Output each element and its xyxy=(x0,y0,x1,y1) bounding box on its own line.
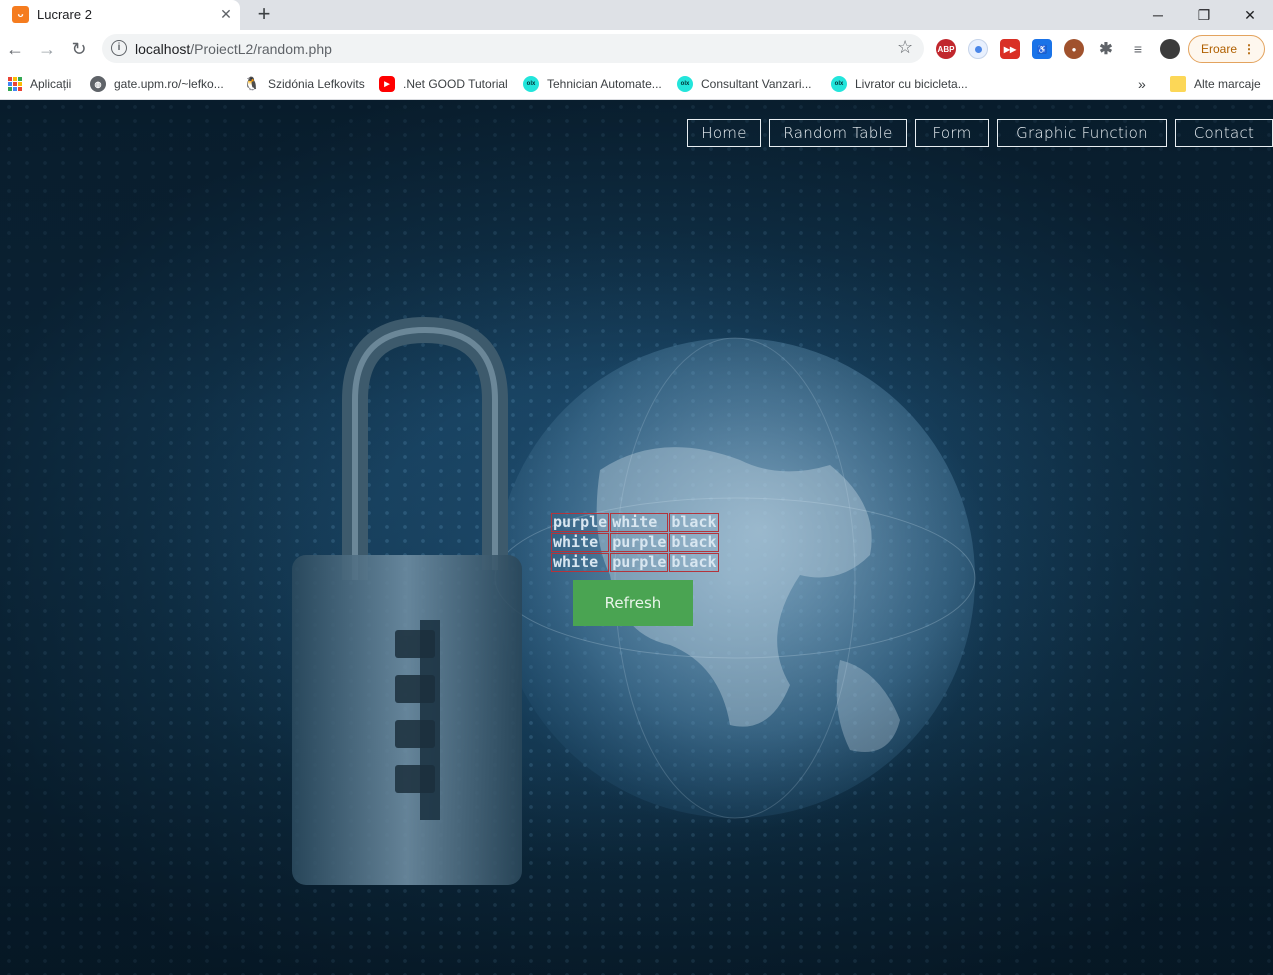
bookmark-label: .Net GOOD Tutorial xyxy=(403,77,508,91)
browser-tab[interactable]: ᴗ Lucrare 2 ✕ xyxy=(0,0,240,30)
random-color-table: purple white black white purple black wh… xyxy=(550,512,720,573)
table-row: white purple black xyxy=(551,553,719,572)
table-cell: purple xyxy=(551,513,610,532)
apps-grid-icon xyxy=(8,77,22,91)
bookmark-star-icon[interactable]: ☆ xyxy=(897,37,913,58)
table-cell: black xyxy=(669,533,719,552)
bookmark-livrator[interactable]: olx Livrator cu bicicleta... xyxy=(831,74,968,94)
linux-tux-icon: 🐧 xyxy=(243,76,261,92)
bookmark-other[interactable]: Alte marcaje xyxy=(1170,74,1261,94)
fast-forward-extension-icon[interactable]: ▶▶ xyxy=(1000,39,1020,59)
table-cell: black xyxy=(669,513,719,532)
table-cell: purple xyxy=(610,553,669,572)
bookmark-tehnician[interactable]: olx Tehnician Automate... xyxy=(523,74,662,94)
table-cell: white xyxy=(551,553,610,572)
url-path: /ProiectL2/random.php xyxy=(190,41,332,57)
refresh-button[interactable]: Refresh xyxy=(573,580,693,626)
adblock-plus-icon[interactable]: ABP xyxy=(936,39,956,59)
error-button[interactable]: Eroare ⋮ xyxy=(1188,35,1265,63)
restore-button[interactable]: ❐ xyxy=(1181,0,1227,30)
minimize-button[interactable]: ─ xyxy=(1135,0,1181,30)
profile-avatar[interactable] xyxy=(1160,39,1180,59)
new-tab-button[interactable]: + xyxy=(254,3,274,25)
nav-form[interactable]: Form xyxy=(915,119,989,147)
extension-dot-icon[interactable] xyxy=(968,39,988,59)
youtube-icon: ▶ xyxy=(379,76,395,92)
close-tab-icon[interactable]: ✕ xyxy=(217,5,235,23)
bookmarks-bar: Aplicații ◍ gate.upm.ro/~lefko... 🐧 Szid… xyxy=(0,68,1273,100)
page-background: Home Random Table Form Graphic Function … xyxy=(0,100,1273,975)
site-info-icon[interactable]: i xyxy=(111,40,127,56)
bookmark-label: Consultant Vanzari... xyxy=(701,77,812,91)
nav-random-table[interactable]: Random Table xyxy=(769,119,907,147)
tab-strip: ᴗ Lucrare 2 ✕ + ─ ❐ ✕ xyxy=(0,0,1273,30)
bookmark-consultant[interactable]: olx Consultant Vanzari... xyxy=(677,74,812,94)
more-bookmarks-chevron-icon[interactable]: » xyxy=(1138,74,1146,94)
bookmark-label: Szidónia Lefkovits xyxy=(268,77,365,91)
menu-kebab-icon: ⋮ xyxy=(1243,42,1255,56)
close-window-button[interactable]: ✕ xyxy=(1227,0,1273,30)
bookmark-apps[interactable]: Aplicații xyxy=(8,74,71,94)
bookmark-szidonia[interactable]: 🐧 Szidónia Lefkovits xyxy=(244,74,365,94)
globe-icon: ◍ xyxy=(90,76,106,92)
table-row: white purple black xyxy=(551,533,719,552)
extensions-puzzle-icon[interactable]: ✱ xyxy=(1096,39,1116,59)
olx-icon: olx xyxy=(677,76,693,92)
forward-icon[interactable]: → xyxy=(35,38,59,60)
olx-icon: olx xyxy=(523,76,539,92)
table-row: purple white black xyxy=(551,513,719,532)
bookmark-label: Aplicații xyxy=(30,77,72,91)
back-icon[interactable]: ← xyxy=(3,38,27,60)
accessibility-extension-icon[interactable]: ♿ xyxy=(1032,39,1052,59)
reload-icon[interactable]: ↻ xyxy=(67,38,91,60)
browser-toolbar: ← → ↻ i localhost/ProiectL2/random.php ☆… xyxy=(0,30,1273,68)
table-cell: white xyxy=(551,533,610,552)
bookmark-label: Livrator cu bicicleta... xyxy=(855,77,968,91)
olx-icon: olx xyxy=(831,76,847,92)
nav-graphic-function[interactable]: Graphic Function xyxy=(997,119,1167,147)
error-label: Eroare xyxy=(1201,42,1238,56)
xampp-favicon-icon: ᴗ xyxy=(12,6,29,23)
bookmark-label: Tehnician Automate... xyxy=(547,77,662,91)
table-cell: white xyxy=(610,513,669,532)
bookmark-label: Alte marcaje xyxy=(1194,77,1261,91)
tab-title: Lucrare 2 xyxy=(37,7,92,22)
bookmark-net-tutorial[interactable]: ▶ .Net GOOD Tutorial xyxy=(379,74,508,94)
bookmark-label: gate.upm.ro/~lefko... xyxy=(114,77,224,91)
folder-icon xyxy=(1170,76,1186,92)
media-queue-icon[interactable]: ≡ xyxy=(1128,39,1148,59)
nav-contact[interactable]: Contact xyxy=(1175,119,1273,147)
url-host: localhost xyxy=(135,41,191,57)
address-bar[interactable]: i localhost/ProiectL2/random.php ☆ xyxy=(102,34,924,63)
bookmark-gate-upm[interactable]: ◍ gate.upm.ro/~lefko... xyxy=(90,74,224,94)
nav-home[interactable]: Home xyxy=(687,119,761,147)
table-cell: black xyxy=(669,553,719,572)
table-cell: purple xyxy=(610,533,669,552)
cookie-extension-icon[interactable]: ● xyxy=(1064,39,1084,59)
url-text[interactable]: localhost/ProiectL2/random.php xyxy=(135,41,332,57)
